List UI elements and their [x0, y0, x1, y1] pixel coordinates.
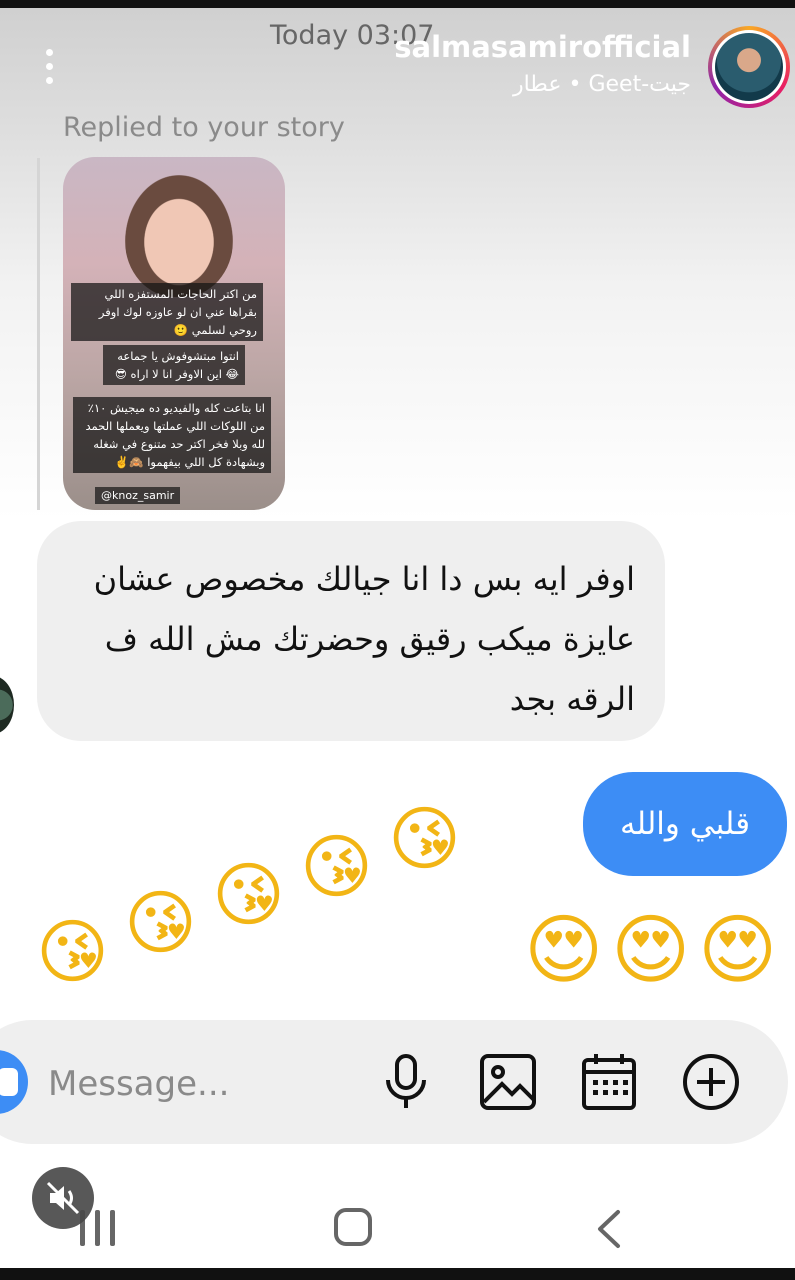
- system-navigation-bar: [0, 1160, 795, 1272]
- chat-subtitle: عطار • Geet-جيت: [512, 72, 691, 97]
- profile-avatar[interactable]: [708, 26, 790, 108]
- microphone-icon[interactable]: [376, 1052, 436, 1112]
- status-bar-edge: [0, 0, 795, 8]
- peer-avatar[interactable]: [0, 676, 14, 734]
- incoming-message-bubble[interactable]: اوفر ايه بس دا انا جيالك مخصوص عشان عايز…: [37, 521, 665, 741]
- volume-mute-icon[interactable]: [32, 1167, 94, 1229]
- avatar-photo: [715, 33, 783, 101]
- replied-to-story-label: Replied to your story: [63, 112, 345, 143]
- kiss-emoji[interactable]: 😘: [124, 888, 197, 958]
- story-thumbnail[interactable]: من اكتر الحاجات المستفزه اللي بقراها عني…: [63, 157, 285, 510]
- chat-username[interactable]: salmasamirofficial: [394, 30, 691, 64]
- screen-bottom-edge: [0, 1268, 795, 1280]
- incoming-message-text: اوفر ايه بس دا انا جيالك مخصوص عشان عايز…: [93, 560, 635, 718]
- avatar-frame: [712, 30, 786, 104]
- kiss-emoji[interactable]: 😘: [388, 804, 461, 874]
- image-icon[interactable]: [478, 1052, 538, 1112]
- heart-eyes-emoji[interactable]: 😍: [611, 912, 690, 988]
- heart-eyes-emoji[interactable]: 😍: [524, 912, 603, 988]
- kiss-emoji[interactable]: 😘: [36, 917, 109, 987]
- add-circle-icon[interactable]: [681, 1052, 741, 1112]
- calendar-icon[interactable]: [579, 1052, 639, 1112]
- reply-indicator-line: [37, 158, 40, 510]
- more-vertical-icon[interactable]: [38, 45, 62, 89]
- story-photo-subject: [125, 175, 233, 297]
- story-text-block: انتوا مبتشوفوش يا جماعه 😂 اين الاوفر انا…: [103, 345, 245, 385]
- kiss-emoji[interactable]: 😘: [212, 860, 285, 930]
- story-mention-tag: @knoz_samir: [95, 487, 181, 504]
- home-icon[interactable]: [334, 1208, 372, 1246]
- back-icon[interactable]: [594, 1208, 624, 1250]
- kiss-emoji[interactable]: 😘: [300, 832, 373, 902]
- heart-eyes-emoji[interactable]: 😍: [698, 912, 777, 988]
- story-text-block: انا بتاعت كله والفيديو ده ميجيش ١٠٪ من ا…: [73, 397, 271, 473]
- story-text-block: من اكتر الحاجات المستفزه اللي بقراها عني…: [71, 283, 263, 341]
- outgoing-message-bubble[interactable]: قلبي والله: [583, 772, 787, 876]
- message-input[interactable]: [48, 1058, 348, 1110]
